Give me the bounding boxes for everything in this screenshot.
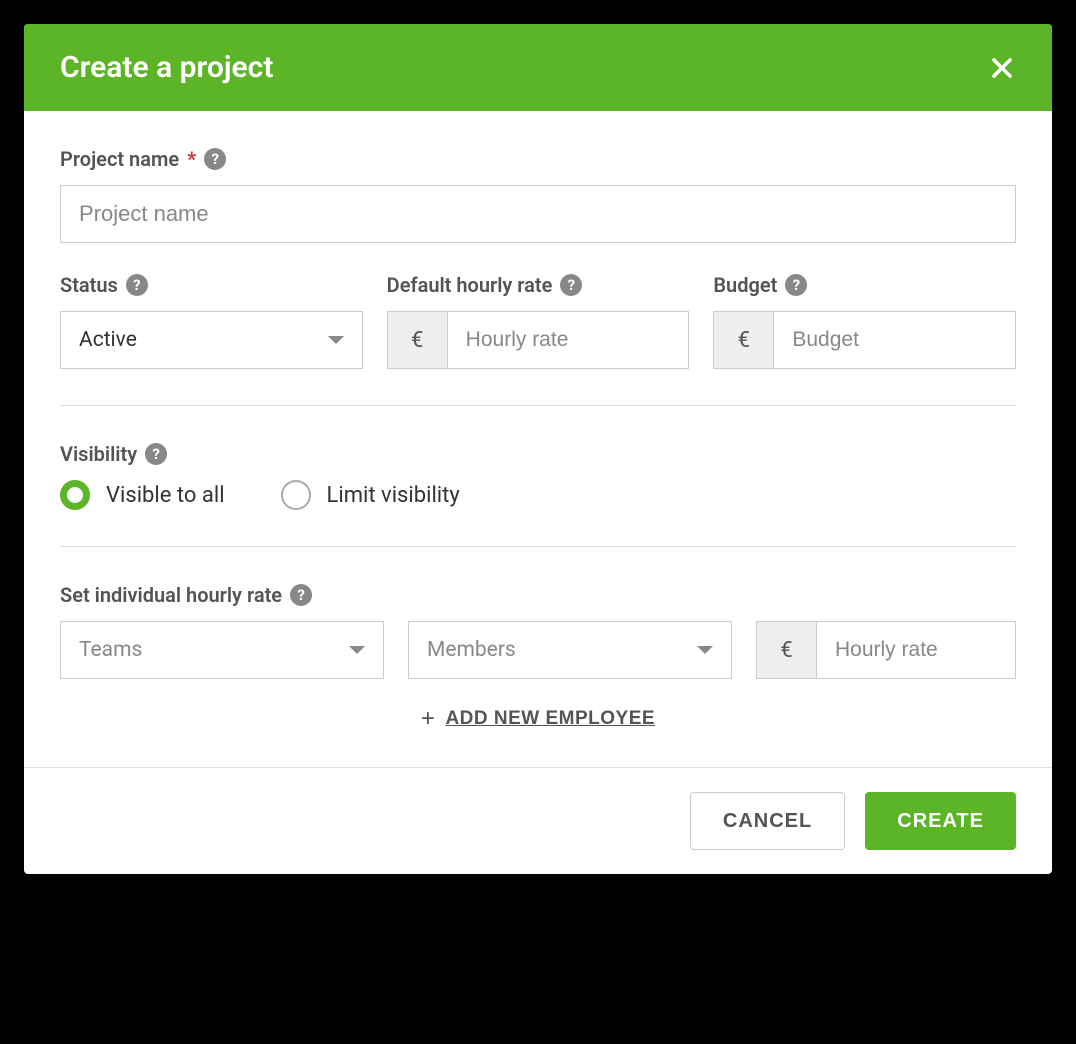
modal-footer: CANCEL CREATE	[24, 767, 1052, 874]
individual-rate-label-text: Set individual hourly rate	[60, 583, 282, 607]
members-placeholder: Members	[427, 638, 516, 662]
add-employee-row: + ADD NEW EMPLOYEE	[60, 707, 1016, 767]
currency-prefix: €	[388, 312, 448, 368]
create-button[interactable]: CREATE	[865, 792, 1016, 850]
teams-placeholder: Teams	[79, 638, 142, 662]
modal-title: Create a project	[60, 50, 273, 85]
hourly-rate-label: Default hourly rate ?	[387, 273, 690, 297]
help-icon[interactable]: ?	[785, 274, 807, 296]
cancel-button[interactable]: CANCEL	[690, 792, 845, 850]
help-icon[interactable]: ?	[204, 148, 226, 170]
row-status-rate-budget: Status ? Active Default hourly rate ? €	[60, 273, 1016, 369]
chevron-down-icon	[697, 646, 713, 654]
status-label-text: Status	[60, 273, 118, 297]
individual-rate-label: Set individual hourly rate ?	[60, 583, 1016, 607]
help-icon[interactable]: ?	[290, 584, 312, 606]
modal-header: Create a project	[24, 24, 1052, 111]
divider	[60, 546, 1016, 547]
radio-icon	[281, 480, 311, 510]
individual-rate-input[interactable]	[817, 622, 1015, 678]
status-value: Active	[79, 328, 137, 352]
visibility-option-all-label: Visible to all	[106, 483, 225, 508]
chevron-down-icon	[349, 646, 365, 654]
close-button[interactable]	[988, 54, 1016, 82]
help-icon[interactable]: ?	[126, 274, 148, 296]
visibility-radio-group: Visible to all Limit visibility	[60, 480, 1016, 510]
budget-label: Budget ?	[713, 273, 1016, 297]
currency-prefix: €	[714, 312, 774, 368]
status-select[interactable]: Active	[60, 311, 363, 369]
help-icon[interactable]: ?	[145, 443, 167, 465]
visibility-label: Visibility ?	[60, 442, 1016, 466]
create-project-modal: Create a project Project name * ? Status…	[24, 24, 1052, 874]
radio-icon	[60, 480, 90, 510]
individual-rate-row: Teams Members €	[60, 621, 1016, 679]
divider	[60, 405, 1016, 406]
visibility-option-limit-label: Limit visibility	[327, 483, 460, 508]
members-select[interactable]: Members	[408, 621, 732, 679]
visibility-option-all[interactable]: Visible to all	[60, 480, 225, 510]
chevron-down-icon	[328, 336, 344, 344]
budget-input[interactable]	[774, 312, 1015, 368]
budget-col: Budget ? €	[713, 273, 1016, 369]
add-employee-label: ADD NEW EMPLOYEE	[445, 708, 655, 730]
project-name-label-text: Project name	[60, 147, 179, 171]
status-label: Status ?	[60, 273, 363, 297]
hourly-rate-col: Default hourly rate ? €	[387, 273, 690, 369]
modal-body: Project name * ? Status ? Active Default…	[24, 111, 1052, 767]
individual-rate-group: €	[756, 621, 1016, 679]
plus-icon: +	[421, 707, 436, 731]
add-employee-button[interactable]: + ADD NEW EMPLOYEE	[421, 707, 655, 731]
project-name-input[interactable]	[60, 185, 1016, 243]
help-icon[interactable]: ?	[560, 274, 582, 296]
budget-group: €	[713, 311, 1016, 369]
required-indicator: *	[187, 147, 196, 171]
close-icon	[988, 54, 1016, 82]
status-col: Status ? Active	[60, 273, 363, 369]
hourly-rate-group: €	[387, 311, 690, 369]
visibility-option-limit[interactable]: Limit visibility	[281, 480, 460, 510]
hourly-rate-input[interactable]	[448, 312, 689, 368]
project-name-label: Project name * ?	[60, 147, 1016, 171]
currency-prefix: €	[757, 622, 817, 678]
teams-select[interactable]: Teams	[60, 621, 384, 679]
hourly-rate-label-text: Default hourly rate	[387, 273, 553, 297]
budget-label-text: Budget	[713, 273, 777, 297]
visibility-label-text: Visibility	[60, 442, 137, 466]
